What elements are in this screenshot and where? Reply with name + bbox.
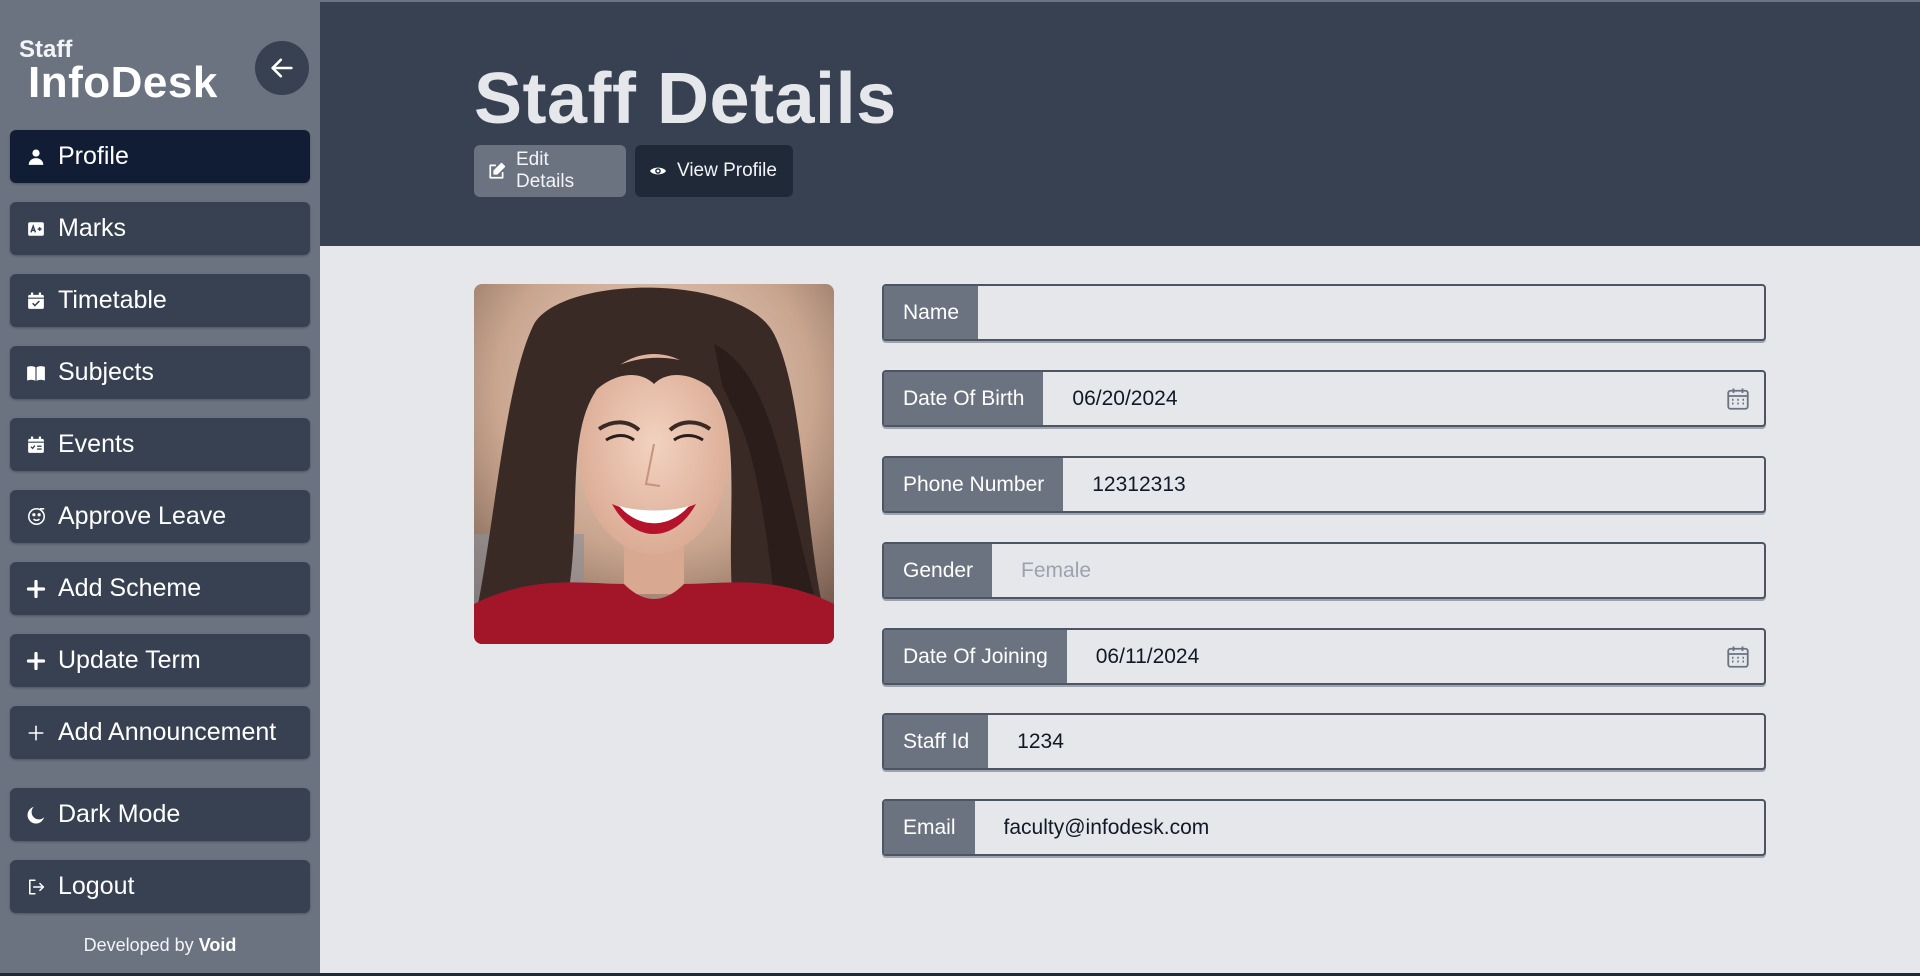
edit-icon [488,162,506,180]
edit-details-button[interactable]: Edit Details [474,145,626,197]
dob-field: Date Of Birth [882,370,1766,427]
staff-id-input[interactable] [988,715,1764,768]
profile-photo [474,284,834,644]
sidebar-item-subjects[interactable]: Subjects [10,346,310,399]
calendar-icon[interactable] [1726,387,1750,411]
sidebar-item-label: Approve Leave [58,502,227,530]
sidebar-item-label: Marks [58,214,127,242]
logout-icon [26,877,46,897]
gender-label: Gender [884,544,993,597]
sidebar-item-label: Timetable [58,286,167,314]
sidebar-item-logout[interactable]: Logout [10,860,310,913]
plus-icon [26,651,46,671]
view-profile-label: View Profile [677,160,777,181]
plus-thin-icon [26,723,46,743]
edit-details-label: Edit Details [516,149,575,192]
book-icon [26,363,46,383]
sidebar-item-dark-mode[interactable]: Dark Mode [10,788,310,841]
page-title: Staff Details [474,59,897,139]
sidebar-item-label: Update Term [58,646,201,674]
sidebar-item-update-term[interactable]: Update Term [10,634,310,687]
staff-id-label: Staff Id [884,715,989,768]
doj-label: Date Of Joining [884,630,1067,683]
name-field: Name [882,284,1766,341]
credit-name: Void [198,935,237,955]
sidebar-item-events[interactable]: Events [10,418,310,471]
doj-input[interactable] [1066,630,1764,683]
sidebar: Staff InfoDesk Profile Marks Timetable S… [0,0,320,976]
leave-icon [26,507,46,527]
sidebar-item-label: Dark Mode [58,800,181,828]
calendar-check-icon [26,291,46,311]
arrow-left-icon [271,58,293,78]
name-label: Name [884,286,979,339]
gender-input[interactable] [992,544,1764,597]
credit-prefix: Developed by [83,935,194,955]
view-profile-button[interactable]: View Profile [635,145,793,197]
phone-label: Phone Number [884,458,1064,511]
sidebar-item-label: Add Scheme [58,574,202,602]
dob-label: Date Of Birth [884,372,1044,425]
sidebar-item-add-scheme[interactable]: Add Scheme [10,562,310,615]
email-input[interactable] [974,801,1764,854]
email-field: Email [882,799,1766,856]
sidebar-item-add-announcement[interactable]: Add Announcement [10,706,310,759]
email-label: Email [884,801,975,854]
sidebar-item-label: Events [58,430,135,458]
collapse-sidebar-button[interactable] [255,41,309,95]
person-icon [26,147,46,167]
phone-field: Phone Number [882,456,1766,513]
sidebar-item-marks[interactable]: Marks [10,202,310,255]
brand-title: InfoDesk [28,58,218,107]
sidebar-item-approve-leave[interactable]: Approve Leave [10,490,310,543]
phone-input[interactable] [1063,458,1764,511]
sidebar-item-label: Logout [58,872,135,900]
calendar-event-icon [26,435,46,455]
sidebar-item-label: Add Announcement [58,718,277,746]
plus-icon [26,579,46,599]
sidebar-item-label: Subjects [58,358,154,386]
doj-field: Date Of Joining [882,628,1766,685]
sidebar-item-timetable[interactable]: Timetable [10,274,310,327]
gender-field: Gender [882,542,1766,599]
name-input[interactable] [978,286,1764,339]
developer-credit: Developed by Void [0,935,320,956]
top-border [0,0,1920,2]
marks-icon [26,219,46,239]
dob-input[interactable] [1043,372,1764,425]
sidebar-item-profile[interactable]: Profile [10,130,310,183]
sidebar-item-label: Profile [58,142,129,170]
calendar-icon[interactable] [1726,645,1750,669]
eye-icon [649,162,667,180]
staff-id-field: Staff Id [882,713,1766,770]
moon-icon [26,805,46,825]
